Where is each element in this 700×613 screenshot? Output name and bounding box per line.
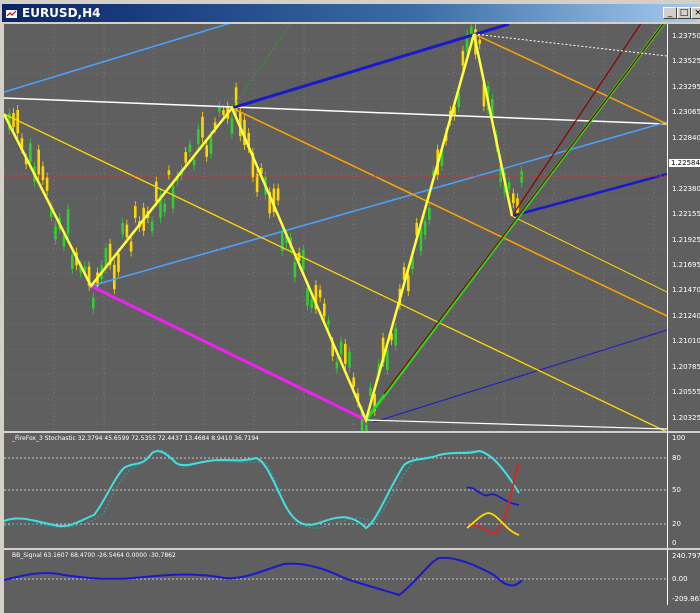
stochastic-svg	[4, 449, 667, 536]
light-blue-channel-upper	[4, 24, 231, 93]
stochastic-label: _FireFox_3 Stochastic 32.3794 45.6599 72…	[12, 435, 259, 442]
price-axis-label: 1.21470	[672, 286, 700, 295]
blue-trend-upper	[231, 24, 510, 110]
bb-signal-line	[4, 556, 523, 597]
time-axis	[4, 605, 700, 613]
window-title-bar[interactable]: EURUSD,H4 _ □ ×	[2, 4, 700, 22]
price-axis-label: 1.20555	[672, 388, 700, 397]
bb-axis-top: 240.7977	[672, 552, 700, 560]
white-channel-line	[4, 97, 667, 125]
orange-fan-1	[231, 107, 667, 317]
price-axis-label: 1.23525	[672, 57, 700, 66]
price-axis-label: 1.23295	[672, 82, 700, 91]
price-axis-label: 1.22380	[672, 184, 700, 193]
price-chart-svg	[4, 24, 667, 431]
window-title: EURUSD,H4	[22, 6, 101, 20]
bb-signal-pane[interactable]: BB_Signal 63.1607 68.4700 -26.5464 0.000…	[4, 550, 667, 605]
minimize-button[interactable]: _	[663, 7, 677, 19]
orange-fan-2	[473, 33, 667, 125]
green-trend-line	[364, 24, 666, 421]
bb-axis-zero: 0.00	[672, 575, 688, 583]
stoch-axis-20: 20	[672, 520, 681, 528]
price-axis-label: 1.21240	[672, 311, 700, 320]
white-bottom-line	[365, 419, 667, 430]
dotted-green-line	[231, 24, 292, 109]
price-axis-label: 1.22840	[672, 133, 700, 142]
maximize-button[interactable]: □	[677, 7, 691, 19]
price-axis-label: 1.21010	[672, 337, 700, 346]
stoch-axis-0: 0	[672, 539, 677, 547]
yellow-fan-2	[511, 215, 667, 293]
bb-signal-axis: 240.7977 0.00 -209.863	[667, 550, 700, 605]
stochastic-pane[interactable]: _FireFox_3 Stochastic 32.3794 45.6599 72…	[4, 433, 667, 548]
chart-window-icon	[6, 7, 17, 18]
bb-signal-label: BB_Signal 63.1607 68.4700 -26.5464 0.000…	[12, 552, 176, 559]
price-axis-label: 1.22584	[669, 159, 700, 168]
dotted-white-line	[473, 33, 667, 57]
price-axis-label: 1.23750	[672, 32, 700, 40]
zigzag-line	[4, 33, 514, 424]
stochastic-axis: 100 80 50 20 0	[667, 433, 700, 548]
price-axis[interactable]: 1.23750 1.23525 1.23295 1.23065 1.22840 1.225…	[667, 24, 700, 431]
stoch-axis-100: 100	[672, 434, 686, 442]
price-axis-label: 1.22155	[672, 210, 700, 219]
bb-axis-bottom: -209.863	[672, 595, 700, 603]
blue-trend-lower	[373, 329, 667, 423]
price-chart-pane[interactable]	[4, 24, 667, 431]
light-blue-channel-lower	[90, 121, 667, 287]
price-axis-label: 1.21925	[672, 235, 700, 244]
stoch-axis-80: 80	[672, 454, 681, 462]
price-grid	[4, 24, 667, 431]
price-axis-label: 1.20785	[672, 362, 700, 371]
close-button[interactable]: ×	[691, 7, 700, 19]
stoch-axis-50: 50	[672, 486, 681, 494]
price-axis-label: 1.23065	[672, 108, 700, 117]
chart-window: EURUSD,H4 _ □ × 1.23750 1.23525 1.23295 …	[0, 0, 700, 613]
yellow-fan-1	[4, 113, 667, 431]
price-axis-label: 1.20325	[672, 413, 700, 422]
price-axis-label: 1.21695	[672, 260, 700, 269]
